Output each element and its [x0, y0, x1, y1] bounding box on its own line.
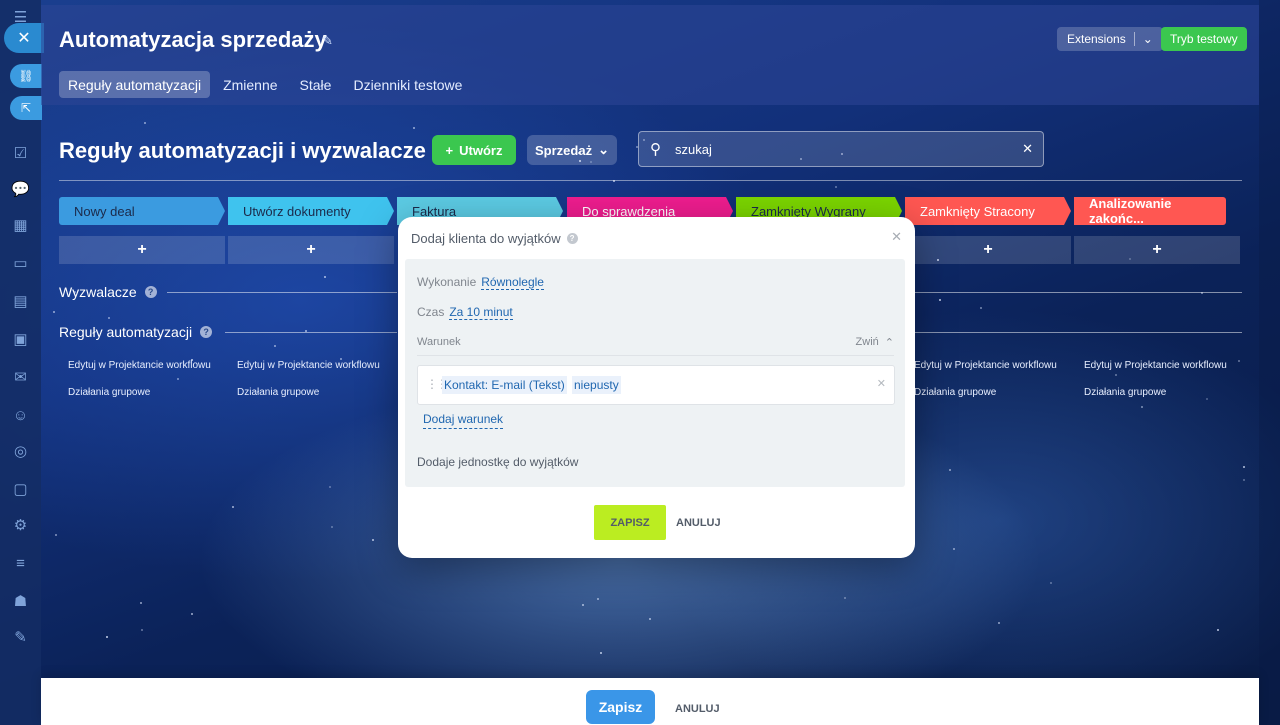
dialog-cancel-button[interactable]: ANULUJ	[676, 517, 721, 529]
divider	[915, 332, 1242, 333]
tab-variables[interactable]: Zmienne	[214, 71, 286, 98]
divider	[1133, 32, 1135, 46]
copy-link-icon[interactable]: ⛓	[10, 64, 42, 88]
divider	[915, 292, 1242, 293]
document-icon[interactable]: ▤	[0, 288, 41, 314]
divider	[59, 180, 1242, 181]
remove-condition-icon[interactable]: ✕	[877, 377, 886, 390]
add-stage-rule-button[interactable]: +	[1074, 236, 1240, 264]
edit-in-designer-link[interactable]: Edytuj w Projektancie workflowu	[914, 360, 1057, 371]
open-new-window-icon[interactable]: ⇱	[10, 96, 42, 120]
tab-constants[interactable]: Stałe	[291, 71, 341, 98]
help-icon[interactable]: ?	[200, 326, 213, 338]
clear-search-icon[interactable]: ✕	[1022, 141, 1033, 157]
help-icon[interactable]: ?	[566, 233, 578, 244]
search-icon: ⚲	[650, 141, 661, 158]
mail-icon[interactable]: ✉	[0, 364, 41, 390]
execution-label: Wykonanie	[417, 275, 477, 289]
collapse-button[interactable]: Zwiń ⌃	[856, 336, 894, 349]
pin-icon[interactable]: ✎	[322, 33, 333, 49]
close-icon[interactable]: ✕	[891, 229, 902, 245]
condition-header: Warunek Zwiń ⌃	[417, 336, 894, 356]
dialog-body: Wykonanie Równolegle Czas Za 10 minut Waru…	[405, 259, 905, 487]
group-actions-link[interactable]: Działania grupowe	[914, 387, 996, 398]
collapse-label: Zwiń	[855, 336, 879, 348]
section-title: Reguły automatyzacji i wyzwalacze	[59, 138, 426, 163]
add-stage-rule-button[interactable]: +	[59, 236, 225, 264]
rule-settings-dialog: Dodaj klienta do wyjątków ? ✕ Wykonanie R…	[398, 217, 915, 558]
execution-value[interactable]: Równolegle	[481, 275, 544, 290]
chevron-down-icon: ⌄	[598, 142, 609, 157]
stage-lost[interactable]: Zamknięty Stracony	[905, 197, 1071, 225]
right-strip	[1259, 0, 1280, 725]
condition-card: ⋮⋮ Kontakt: E-mail (Tekst) niepusty ✕	[417, 365, 895, 405]
tab-automation-rules[interactable]: Reguły automatyzacji	[59, 71, 211, 98]
robot-icon[interactable]: ☗	[0, 588, 41, 614]
search-input[interactable]	[675, 140, 1005, 158]
time-label: Czas	[417, 305, 445, 319]
shop-icon[interactable]: ▢	[0, 476, 41, 502]
calendar-icon[interactable]: ▦	[0, 212, 41, 238]
settings-icon[interactable]: ⚙	[0, 512, 41, 538]
condition-operator-chip[interactable]: niepusty	[572, 376, 621, 394]
stage-new-deal[interactable]: Nowy deal	[59, 197, 225, 225]
stage-create-documents[interactable]: Utwórz dokumenty	[228, 197, 394, 225]
add-stage-rule-button[interactable]: +	[905, 236, 1071, 264]
contacts-icon[interactable]: ▣	[0, 326, 41, 352]
plus-icon: +	[445, 142, 454, 158]
cancel-button[interactable]: ANULUJ	[675, 703, 720, 715]
triggers-label: Wyzwalacze	[59, 284, 137, 300]
footer-bar: Zapisz ANULUJ	[41, 678, 1259, 725]
group-icon[interactable]: ☺	[0, 402, 41, 428]
chevron-down-icon: ⌄	[1142, 32, 1153, 46]
rules-label: Reguły automatyzacji	[59, 324, 193, 340]
search-box: ⚲ ✕	[638, 131, 1044, 167]
help-icon[interactable]: ?	[144, 286, 157, 298]
edit-icon[interactable]: ✎	[0, 624, 41, 650]
tab-test-logs[interactable]: Dzienniki testowe	[344, 71, 471, 98]
condition-label: Warunek	[417, 336, 461, 348]
rules-heading: Reguły automatyzacji ?	[59, 324, 213, 340]
create-label: Utwórz	[459, 142, 503, 158]
add-stage-rule-button[interactable]: +	[228, 236, 394, 264]
card-icon[interactable]: ▭	[0, 250, 41, 276]
time-value[interactable]: Za 10 minut	[449, 305, 513, 320]
chat-icon[interactable]: 💬	[0, 176, 41, 202]
close-slider-button[interactable]: ✕	[4, 23, 44, 53]
extensions-button[interactable]: Extensions ⌄	[1057, 27, 1163, 51]
edit-in-designer-link[interactable]: Edytuj w Projektancie workflowu	[68, 360, 211, 371]
filter-icon[interactable]: ≡	[0, 550, 41, 576]
support-icon[interactable]: ◎	[0, 438, 41, 464]
create-button[interactable]: + Utwórz	[432, 135, 516, 165]
stage-analyzing[interactable]: Analizowanie zakońc...	[1074, 196, 1226, 226]
triggers-heading: Wyzwalacze ?	[59, 284, 157, 300]
divider	[167, 292, 397, 293]
divider	[225, 332, 397, 333]
group-actions-link[interactable]: Działania grupowe	[1084, 387, 1166, 398]
edit-in-designer-link[interactable]: Edytuj w Projektancie workflowu	[1084, 360, 1227, 371]
action-description: Dodaje jednostkę do wyjątków	[417, 455, 579, 469]
tabs: Reguły automatyzacji Zmienne Stałe Dzien…	[59, 71, 471, 98]
execution-field: Wykonanie Równolegle	[417, 275, 544, 290]
panel-header: Automatyzacja sprzedaży ✎ Extensions ⌄ T…	[41, 5, 1259, 105]
left-rail: ☰ ✕ ⛓ ⇱ ☑ 💬 ▦ ▭ ▤ ▣ ✉ ☺ ◎ ▢ ⚙ ≡ ☗ ✎	[0, 0, 44, 725]
pipeline-label: Sprzedaż	[535, 142, 593, 158]
extensions-label: Extensions	[1067, 32, 1126, 46]
pipeline-select[interactable]: Sprzedaż ⌄	[527, 135, 617, 165]
time-field: Czas Za 10 minut	[417, 305, 513, 320]
add-condition-link[interactable]: Dodaj warunek	[423, 412, 504, 429]
test-mode-button[interactable]: Tryb testowy	[1161, 27, 1247, 51]
dialog-title: Dodaj klienta do wyjątków ?	[411, 231, 578, 246]
dialog-title-text: Dodaj klienta do wyjątków	[411, 231, 561, 246]
group-actions-link[interactable]: Działania grupowe	[68, 387, 150, 398]
chevron-up-icon: ⌃	[884, 337, 894, 349]
tasks-icon[interactable]: ☑	[0, 140, 41, 166]
edit-in-designer-link[interactable]: Edytuj w Projektancie workflowu	[237, 360, 380, 371]
save-button[interactable]: Zapisz	[586, 690, 655, 724]
group-actions-link[interactable]: Działania grupowe	[237, 387, 319, 398]
page-title: Automatyzacja sprzedaży	[59, 27, 327, 52]
dialog-save-button[interactable]: ZAPISZ	[594, 505, 666, 540]
condition-field-chip[interactable]: Kontakt: E-mail (Tekst)	[442, 376, 567, 394]
